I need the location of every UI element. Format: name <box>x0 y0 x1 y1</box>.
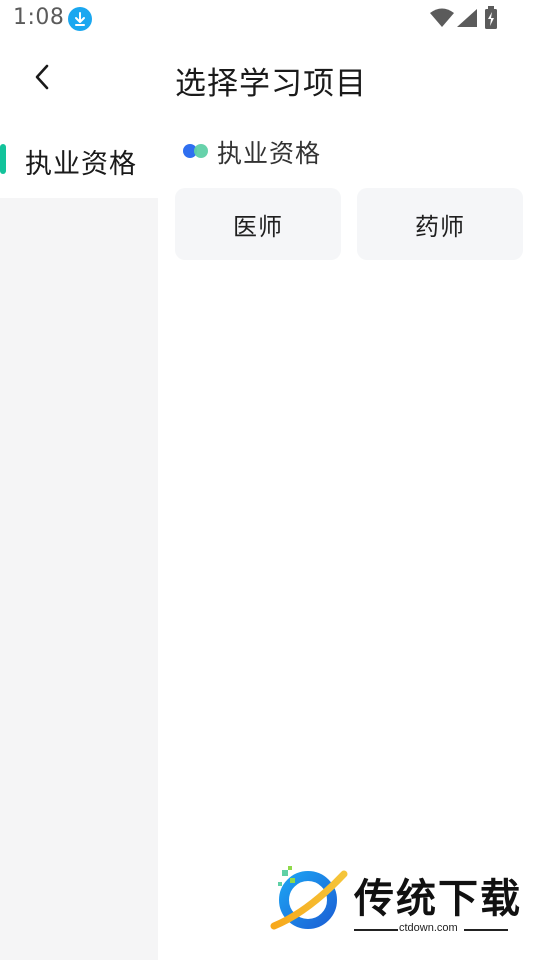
sidebar-item-label: 执业资格 <box>25 149 137 180</box>
wifi-icon <box>430 8 454 32</box>
watermark-brand: 传统下载 <box>354 876 522 922</box>
watermark: 传统下载 ctdown.com <box>268 862 520 940</box>
status-time: 1:08 <box>13 5 65 30</box>
status-bar: 1:08 <box>0 0 540 38</box>
section-title: 执业资格 <box>217 139 322 168</box>
option-label: 药师 <box>415 212 465 241</box>
section-dots-icon <box>183 144 209 158</box>
chevron-left-icon <box>35 64 49 90</box>
back-button[interactable] <box>26 58 62 98</box>
category-sidebar: 执业资格 <box>0 120 158 960</box>
battery-icon <box>484 6 498 34</box>
watermark-divider-left <box>354 929 398 931</box>
watermark-logo-icon <box>268 864 348 940</box>
option-label: 医师 <box>233 212 283 241</box>
page-title: 选择学习项目 <box>175 66 367 102</box>
sidebar-item-licensing[interactable]: 执业资格 <box>0 120 158 198</box>
selected-indicator <box>0 144 6 174</box>
download-icon <box>68 7 92 31</box>
option-pharmacist[interactable]: 药师 <box>357 188 523 260</box>
option-physician[interactable]: 医师 <box>175 188 341 260</box>
status-icons <box>430 6 500 30</box>
watermark-url: ctdown.com <box>399 922 458 934</box>
signal-icon <box>456 8 478 32</box>
green-dot <box>194 144 208 158</box>
watermark-divider-right <box>464 929 508 931</box>
